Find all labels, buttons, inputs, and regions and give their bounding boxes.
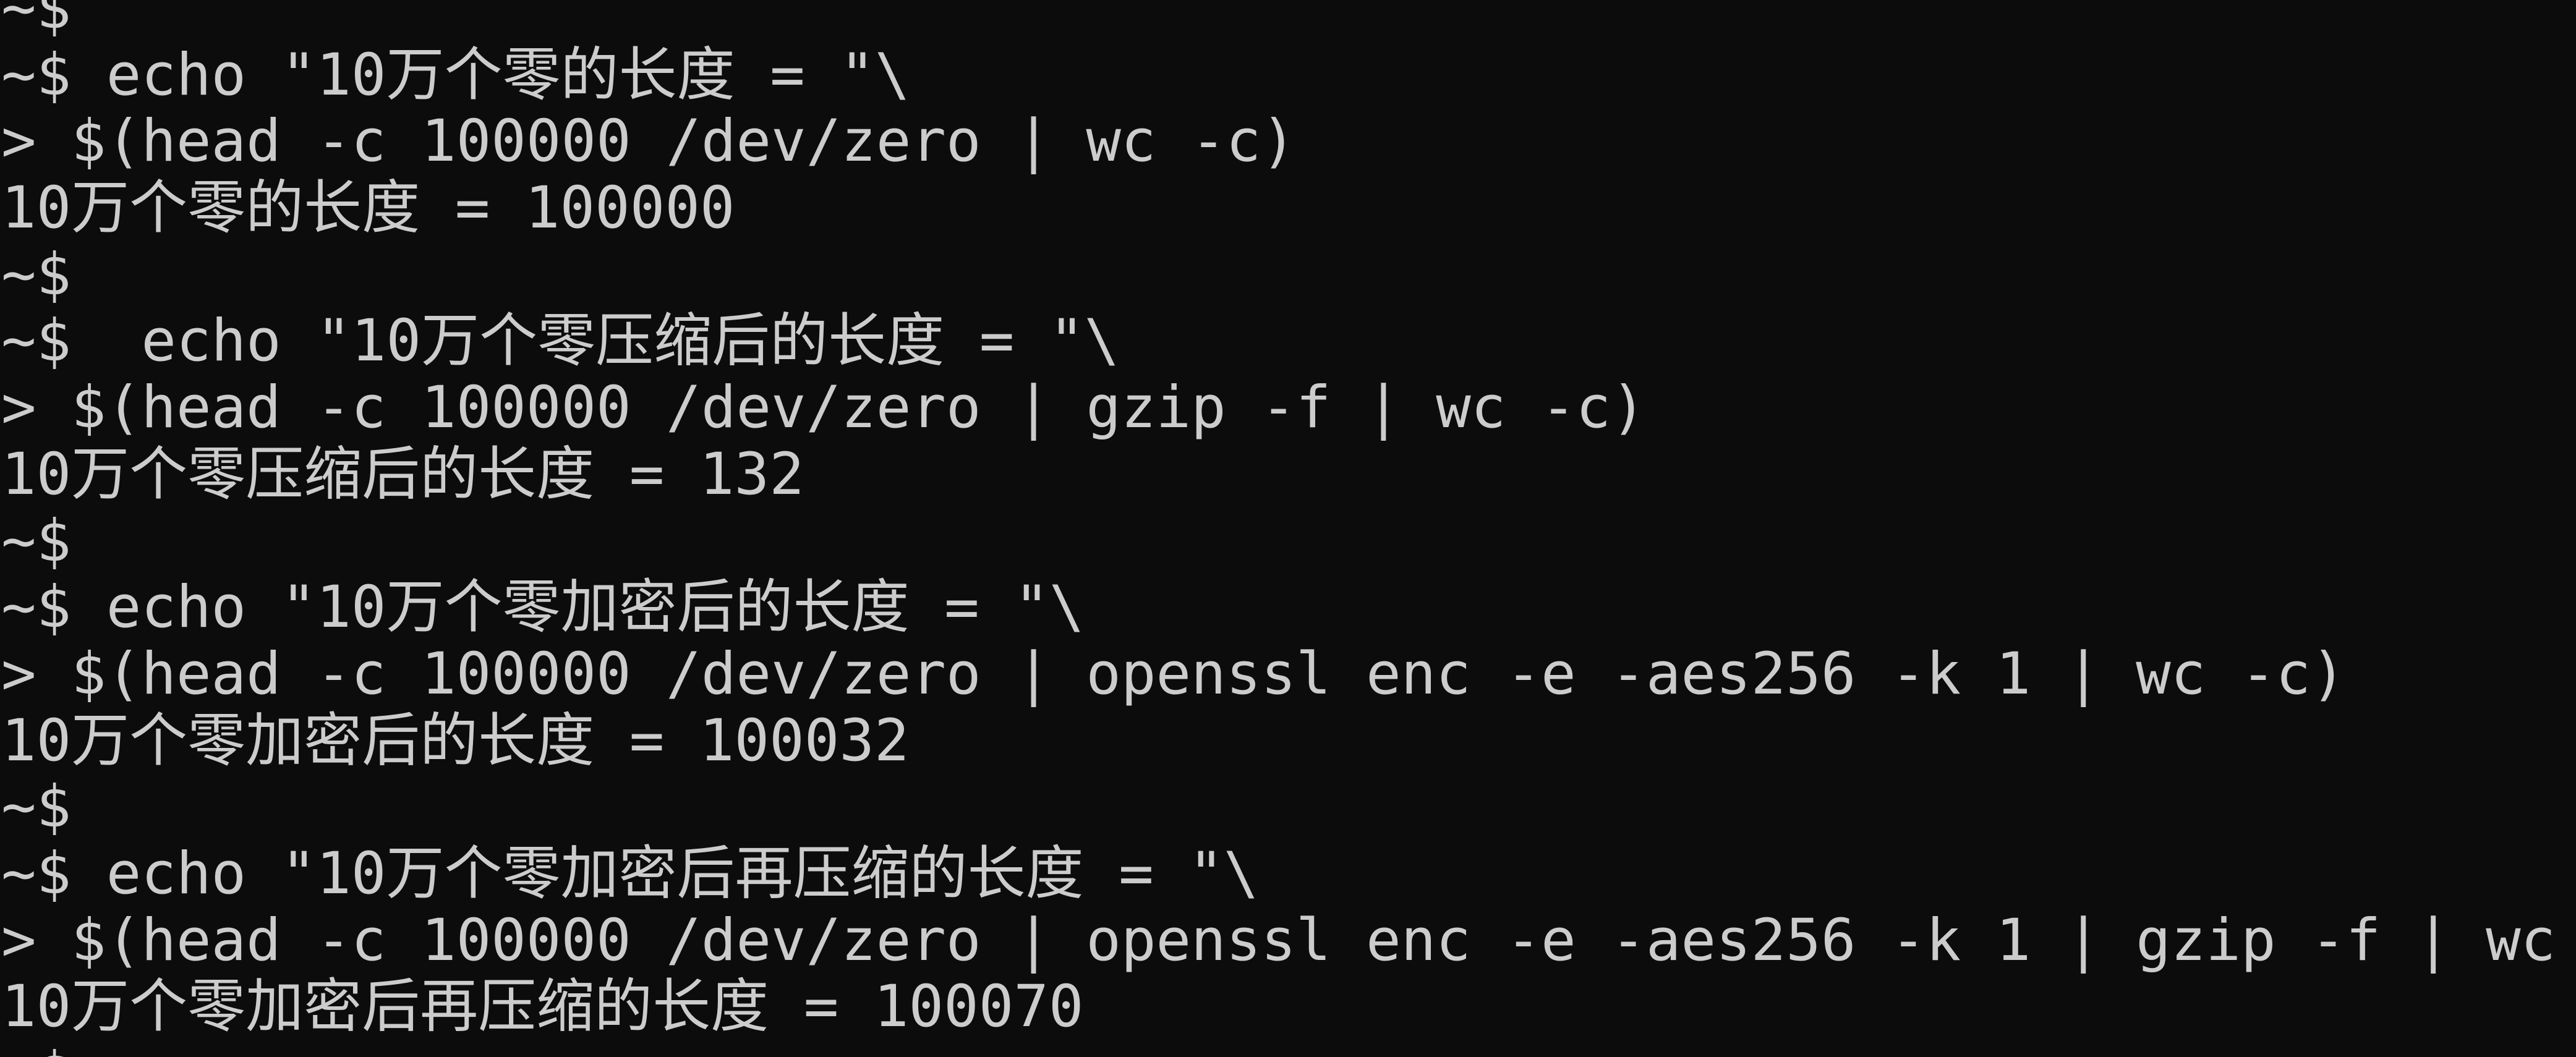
continuation-line: > $(head -c 100000 /dev/zero | wc -c) [1, 108, 1296, 176]
terminal-window[interactable]: ~$ ~$ echo "10万个零的长度 = "\ > $(head -c 10… [0, 0, 2576, 1057]
prompt-line: ~$ [1, 507, 72, 575]
prompt-line[interactable]: ~$ [1, 1040, 2576, 1057]
prompt-line: ~$ [1, 773, 72, 841]
output-line: 10万个零的长度 = 100000 [1, 174, 735, 242]
output-line: 10万个零加密后再压缩的长度 = 100070 [1, 973, 1084, 1041]
command-line: ~$ echo "10万个零加密后再压缩的长度 = "\ [1, 839, 1259, 907]
prompt-line: ~$ [1, 0, 72, 42]
continuation-line: > $(head -c 100000 /dev/zero | openssl e… [1, 906, 2576, 974]
prompt-line: ~$ [1, 240, 72, 308]
command-line: ~$ echo "10万个零的长度 = "\ [1, 41, 910, 109]
output-line: 10万个零加密后的长度 = 100032 [1, 707, 910, 775]
command-line: ~$ echo "10万个零加密后的长度 = "\ [1, 574, 1085, 642]
continuation-line: > $(head -c 100000 /dev/zero | openssl e… [1, 640, 2346, 708]
command-line: ~$ echo "10万个零压缩后的长度 = "\ [1, 307, 1120, 375]
output-line: 10万个零压缩后的长度 = 132 [1, 440, 804, 508]
continuation-line: > $(head -c 100000 /dev/zero | gzip -f |… [1, 374, 1646, 442]
terminal-output: ~$ ~$ echo "10万个零的长度 = "\ > $(head -c 10… [1, 0, 2576, 1057]
